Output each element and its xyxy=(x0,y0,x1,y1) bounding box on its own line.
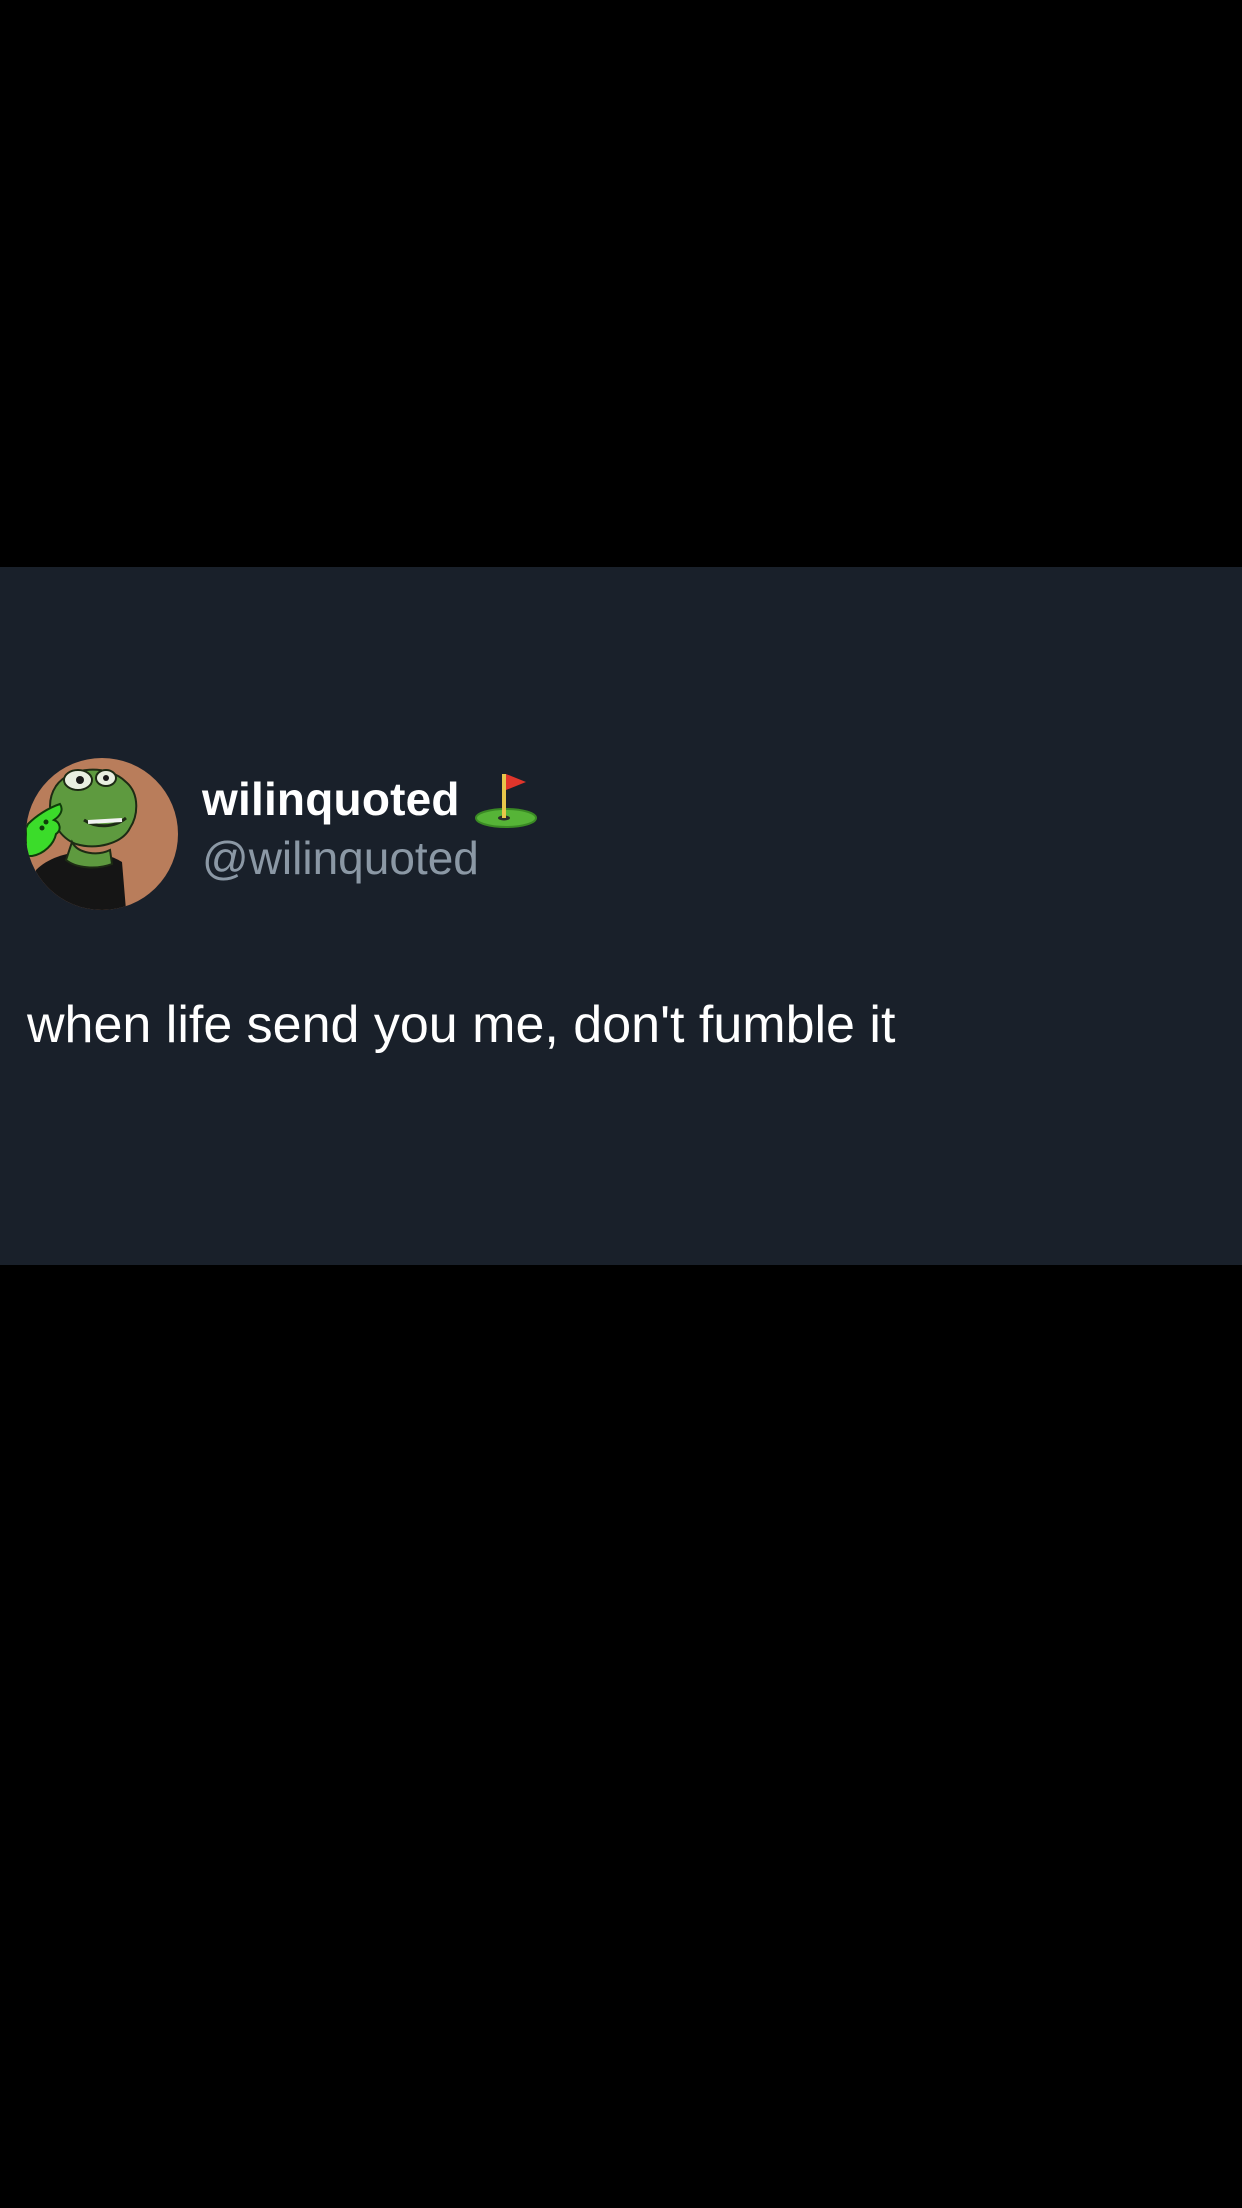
frog-avatar-icon xyxy=(26,758,178,910)
author-name-row: wilinquoted xyxy=(202,771,540,828)
tweet-card: wilinquoted @wilinquoted when life send … xyxy=(0,567,1242,1265)
display-name[interactable]: wilinquoted xyxy=(202,772,460,826)
bottom-black-band xyxy=(0,1265,1242,2208)
flag-in-hole-icon xyxy=(474,774,537,828)
tweet-text: when life send you me, don't fumble it xyxy=(27,996,896,1054)
top-black-band xyxy=(0,0,1242,567)
avatar[interactable] xyxy=(26,758,178,910)
author-handle[interactable]: @wilinquoted xyxy=(202,831,540,885)
tweet-author: wilinquoted @wilinquoted xyxy=(202,771,540,885)
